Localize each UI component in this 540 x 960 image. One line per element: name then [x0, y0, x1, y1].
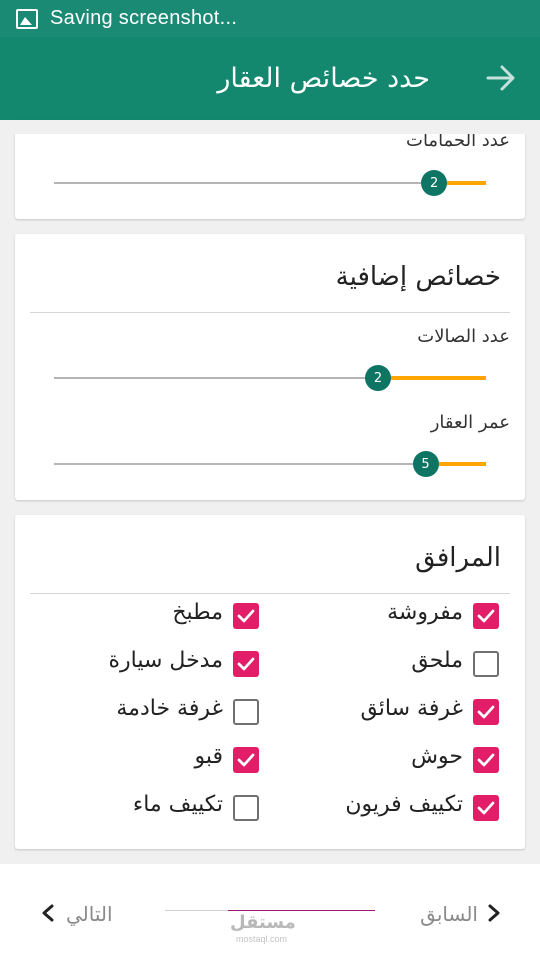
arrow-right-icon[interactable]	[484, 61, 518, 95]
bathrooms-slider[interactable]: 2	[54, 170, 486, 196]
checkbox-checked[interactable]	[473, 795, 499, 821]
extra-features-title: خصائص إضافية	[335, 262, 501, 292]
amenity-label: مطبخ	[172, 600, 223, 625]
checkbox-checked[interactable]	[233, 651, 259, 677]
amenity-label: حوش	[411, 744, 463, 769]
checkbox-checked[interactable]	[473, 699, 499, 725]
bottom-nav: السابق مستقل mostaql.com التالي	[0, 864, 540, 960]
check-icon	[237, 657, 255, 671]
check-icon	[477, 705, 495, 719]
checkbox-unchecked[interactable]	[473, 651, 499, 677]
scroll-edge	[0, 120, 540, 134]
slider-fill	[378, 376, 486, 380]
progress-fill	[228, 910, 375, 911]
check-icon	[237, 609, 255, 623]
amenity-label: تكييف فريون	[345, 792, 463, 817]
amenity-label: مدخل سيارة	[108, 648, 223, 673]
amenity-label: قبو	[194, 744, 223, 769]
status-text: Saving screenshot...	[50, 7, 238, 29]
chevron-left-icon	[42, 904, 54, 922]
status-bar: Saving screenshot...	[0, 0, 540, 37]
page-title: حدد خصائص العقار	[217, 63, 430, 94]
amenities-card: المرافق مفروشة ملحق غرفة سائق حوش تكييف فريو…	[15, 515, 525, 849]
checkbox-unchecked[interactable]	[233, 699, 259, 725]
amenity-label: غرفة سائق	[360, 696, 463, 721]
chevron-right-icon	[488, 904, 500, 922]
amenity-label: تكييف ماء	[132, 792, 223, 817]
divider	[30, 593, 510, 594]
amenity-label: مفروشة	[387, 600, 463, 625]
halls-label: عدد الصالات	[417, 326, 510, 347]
checkbox-checked[interactable]	[233, 747, 259, 773]
screenshot-icon	[16, 8, 38, 29]
slider-thumb[interactable]: 2	[421, 170, 448, 196]
checkbox-checked[interactable]	[473, 747, 499, 773]
checkbox-checked[interactable]	[473, 603, 499, 629]
checkbox-unchecked[interactable]	[233, 795, 259, 821]
checkbox-checked[interactable]	[233, 603, 259, 629]
check-icon	[477, 753, 495, 767]
previous-button[interactable]: السابق	[420, 902, 478, 926]
watermark: مستقل	[230, 912, 296, 933]
amenities-title: المرافق	[415, 543, 501, 573]
amenity-label: ملحق	[411, 648, 463, 673]
next-button[interactable]: التالي	[66, 902, 113, 926]
app-bar: حدد خصائص العقار	[0, 37, 540, 120]
property-age-slider[interactable]: 5	[54, 451, 486, 477]
step-progress	[165, 910, 375, 911]
check-icon	[477, 801, 495, 815]
watermark-url: mostaql.com	[236, 934, 288, 944]
extra-features-card: خصائص إضافية عدد الصالات 2 عمر العقار 5	[15, 234, 525, 500]
amenity-label: غرفة خادمة	[116, 696, 223, 721]
property-age-label: عمر العقار	[430, 412, 510, 433]
slider-thumb[interactable]: 2	[365, 365, 391, 391]
check-icon	[477, 609, 495, 623]
check-icon	[237, 753, 255, 767]
halls-slider[interactable]: 2	[54, 365, 486, 391]
divider	[30, 312, 510, 313]
bathrooms-card: عدد الحمامات 2	[15, 120, 525, 219]
slider-thumb[interactable]: 5	[412, 451, 439, 477]
